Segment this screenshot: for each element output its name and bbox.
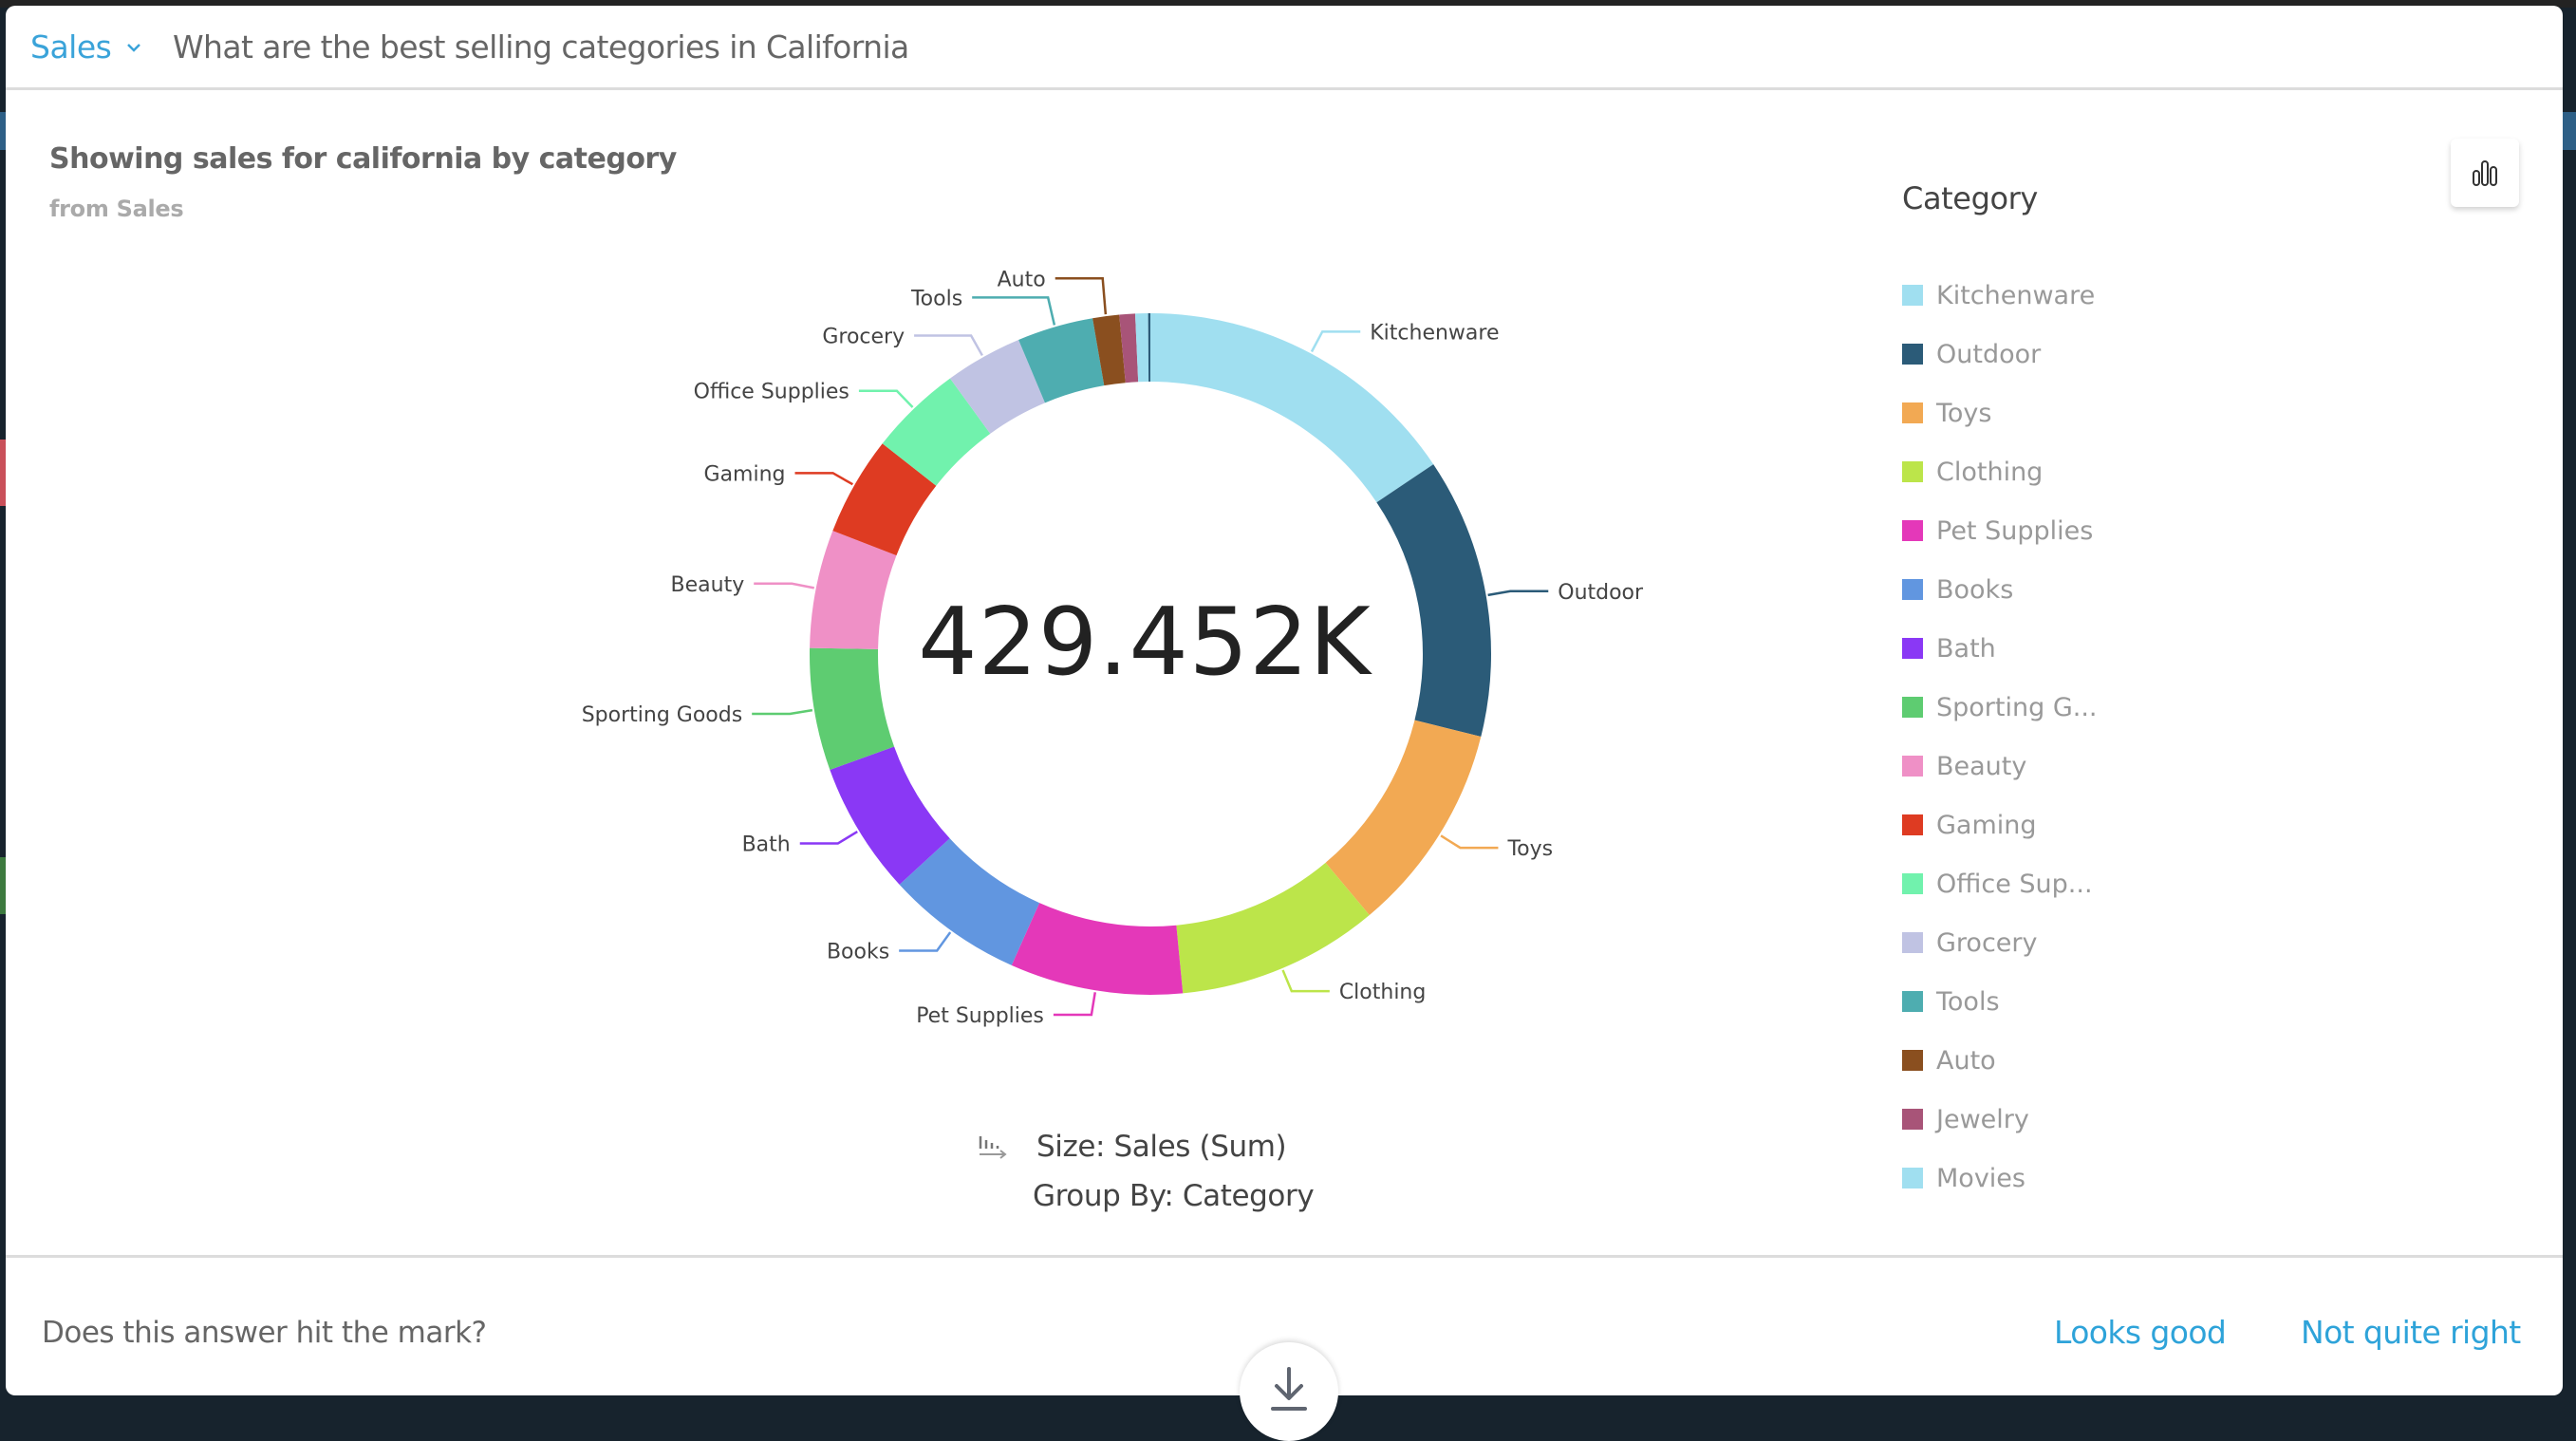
visual-subtitle: from Sales bbox=[49, 196, 184, 222]
legend-swatch bbox=[1902, 638, 1923, 659]
donut-center-total: 429.452K bbox=[918, 589, 1372, 697]
legend-label: Baby Suppl... bbox=[1936, 1223, 2106, 1226]
legend-item[interactable]: Outdoor bbox=[1902, 325, 2106, 384]
legend: Category Kitchenware Outdoor Toys Clothing P… bbox=[1902, 177, 2282, 1225]
legend-swatch bbox=[1902, 814, 1923, 835]
feedback-question: Does this answer hit the mark? bbox=[42, 1316, 487, 1350]
legend-label: Outdoor bbox=[1936, 339, 2042, 369]
legend-swatch bbox=[1902, 579, 1923, 600]
legend-swatch bbox=[1902, 873, 1923, 894]
dataset-selector[interactable]: Sales bbox=[30, 28, 141, 66]
dataset-name: Sales bbox=[30, 28, 112, 66]
legend-label: Toys bbox=[1936, 398, 1992, 428]
legend-swatch bbox=[1902, 520, 1923, 541]
legend-label: Auto bbox=[1936, 1045, 1996, 1076]
legend-swatch bbox=[1902, 1050, 1923, 1071]
legend-item[interactable]: Beauty bbox=[1902, 737, 2106, 795]
donut-slice-baby-supplies[interactable] bbox=[1148, 313, 1150, 383]
legend-item[interactable]: Sporting G... bbox=[1902, 678, 2106, 737]
legend-item[interactable]: Baby Suppl... bbox=[1902, 1207, 2106, 1226]
not-quite-right-button[interactable]: Not quite right bbox=[2301, 1314, 2521, 1351]
size-field-label[interactable]: Size: Sales (Sum) bbox=[1036, 1130, 1287, 1164]
legend-swatch bbox=[1902, 991, 1923, 1012]
legend-item[interactable]: Movies bbox=[1902, 1149, 2106, 1207]
field-wells-icon bbox=[979, 1136, 1007, 1159]
legend-label: Tools bbox=[1936, 986, 2000, 1017]
legend-title: Category bbox=[1902, 180, 2038, 216]
background-right-edge bbox=[2563, 8, 2576, 1430]
legend-swatch bbox=[1902, 932, 1923, 953]
download-icon bbox=[1271, 1367, 1307, 1411]
legend-swatch bbox=[1902, 1168, 1923, 1188]
legend-swatch bbox=[1902, 402, 1923, 423]
legend-item[interactable]: Kitchenware bbox=[1902, 266, 2106, 325]
legend-label: Beauty bbox=[1936, 751, 2027, 781]
download-button[interactable] bbox=[1240, 1342, 1338, 1441]
legend-item[interactable]: Toys bbox=[1902, 384, 2106, 442]
looks-good-button[interactable]: Looks good bbox=[2054, 1314, 2227, 1351]
legend-swatch bbox=[1902, 697, 1923, 718]
legend-swatch bbox=[1902, 344, 1923, 365]
legend-item[interactable]: Jewelry bbox=[1902, 1090, 2106, 1149]
legend-label: Bath bbox=[1936, 633, 1996, 664]
background-accent bbox=[2563, 112, 2576, 150]
question-header: Sales What are the best selling categori… bbox=[6, 6, 2563, 90]
legend-item[interactable]: Gaming bbox=[1902, 795, 2106, 854]
legend-list: Kitchenware Outdoor Toys Clothing Pet Suppli… bbox=[1902, 266, 2106, 1225]
legend-label: Movies bbox=[1936, 1163, 2025, 1193]
legend-item[interactable]: Bath bbox=[1902, 619, 2106, 678]
question-text[interactable]: What are the best selling categories in … bbox=[173, 28, 909, 66]
legend-item[interactable]: Books bbox=[1902, 560, 2106, 619]
legend-label: Kitchenware bbox=[1936, 280, 2096, 310]
legend-item[interactable]: Auto bbox=[1902, 1031, 2106, 1090]
legend-item[interactable]: Grocery bbox=[1902, 913, 2106, 972]
legend-item[interactable]: Office Sup... bbox=[1902, 854, 2106, 913]
legend-label: Sporting G... bbox=[1936, 692, 2098, 722]
legend-swatch bbox=[1902, 756, 1923, 777]
legend-label: Gaming bbox=[1936, 810, 2037, 840]
legend-item[interactable]: Clothing bbox=[1902, 442, 2106, 501]
legend-item[interactable]: Tools bbox=[1902, 972, 2106, 1031]
chart-type-button[interactable] bbox=[2451, 139, 2519, 207]
group-by-field-label[interactable]: Group By: Category bbox=[1033, 1179, 1315, 1213]
legend-swatch bbox=[1902, 1109, 1923, 1130]
legend-label: Pet Supplies bbox=[1936, 515, 2094, 546]
chevron-down-icon bbox=[127, 43, 141, 52]
legend-label: Jewelry bbox=[1936, 1104, 2029, 1134]
visual-title: Showing sales for california by category bbox=[49, 142, 677, 176]
legend-label: Books bbox=[1936, 574, 2014, 605]
bar-chart-icon bbox=[2473, 160, 2497, 186]
legend-item[interactable]: Pet Supplies bbox=[1902, 501, 2106, 560]
legend-label: Grocery bbox=[1936, 927, 2038, 958]
legend-swatch bbox=[1902, 461, 1923, 482]
footer-divider bbox=[6, 1255, 2563, 1258]
legend-swatch bbox=[1902, 285, 1923, 306]
legend-label: Office Sup... bbox=[1936, 869, 2093, 899]
legend-label: Clothing bbox=[1936, 457, 2044, 487]
